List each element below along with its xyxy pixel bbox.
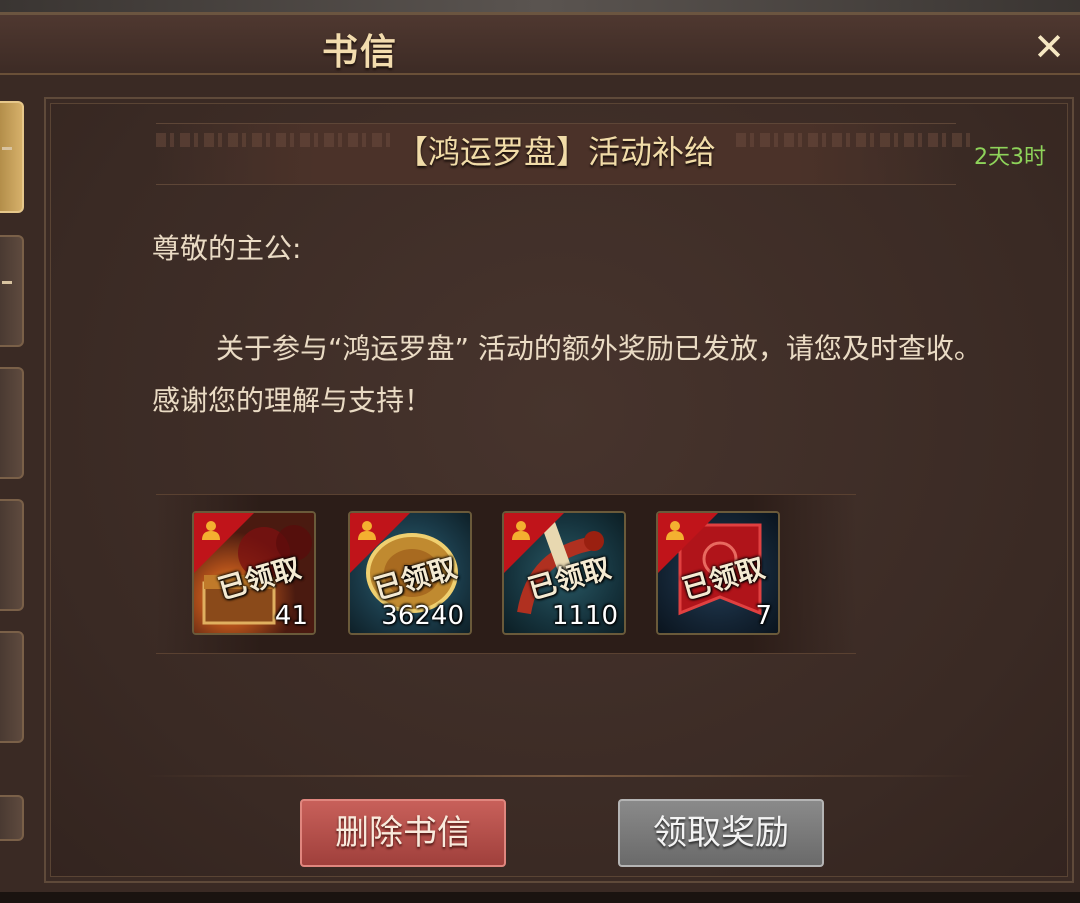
- mail-tab-6[interactable]: [0, 795, 24, 841]
- mail-tab-3[interactable]: [0, 367, 24, 479]
- mail-tab-2[interactable]: [0, 235, 24, 347]
- person-icon: [358, 521, 376, 540]
- person-icon: [512, 521, 530, 540]
- person-icon: [666, 521, 684, 540]
- reward-item-1[interactable]: 已领取 41: [192, 511, 316, 635]
- mail-content-panel: 【鸿运罗盘】活动补给 2天3时 尊敬的主公: 关于参与“鸿运罗盘” 活动的额外奖…: [44, 97, 1074, 883]
- mail-window: 书信 ✕ 【鸿运罗盘】活动补给 2天3时 尊敬的主公: 关于参与“鸿运罗盘” 活…: [0, 12, 1080, 892]
- reward-count: 36240: [381, 601, 464, 631]
- mail-title: 【鸿运罗盘】活动补给: [395, 133, 716, 171]
- reward-count: 41: [274, 601, 308, 631]
- time-remaining: 2天3时: [974, 145, 1046, 170]
- mail-tab-4[interactable]: [0, 499, 24, 611]
- mail-body: 关于参与“鸿运罗盘” 活动的额外奖励已发放，请您及时查收。感谢您的理解与支持！: [152, 332, 982, 417]
- mail-greeting: 尊敬的主公:: [152, 232, 302, 265]
- tab-marker: [2, 281, 12, 284]
- reward-item-2[interactable]: 已领取 36240: [348, 511, 472, 635]
- mail-tab-5[interactable]: [0, 631, 24, 743]
- delete-mail-button[interactable]: 删除书信: [300, 799, 506, 867]
- window-title: 书信: [321, 31, 398, 73]
- mail-tab-1[interactable]: [0, 101, 24, 213]
- claim-reward-button[interactable]: 领取奖励: [618, 799, 824, 867]
- reward-item-4[interactable]: 已领取 7: [656, 511, 780, 635]
- person-icon: [202, 521, 220, 540]
- panel-divider: [146, 775, 976, 777]
- reward-count: 1110: [551, 601, 618, 631]
- mail-list-tabs: [0, 101, 28, 861]
- reward-count: 7: [755, 601, 772, 631]
- title-bar: 书信 ✕: [0, 15, 1080, 75]
- close-icon[interactable]: ✕: [1028, 27, 1070, 69]
- reward-item-3[interactable]: 已领取 1110: [502, 511, 626, 635]
- tab-marker: [2, 147, 12, 150]
